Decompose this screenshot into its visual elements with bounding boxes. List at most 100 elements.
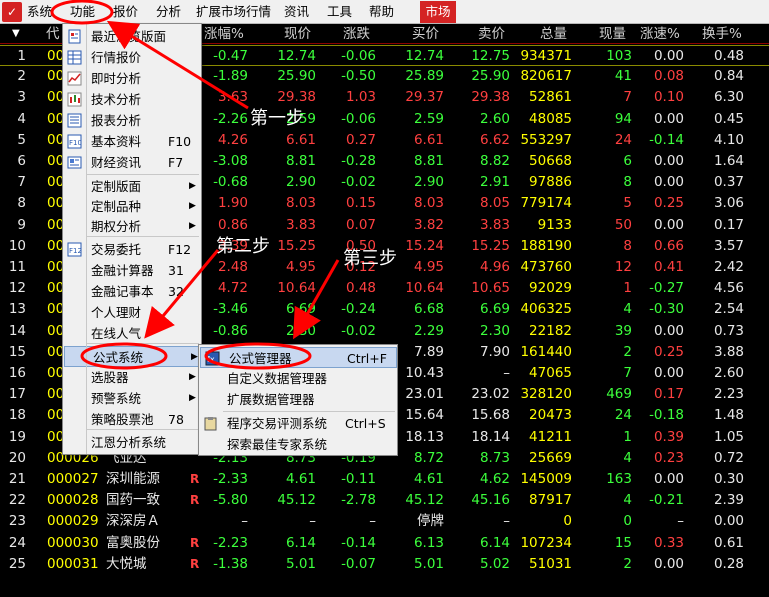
cell-volume: 41211 <box>529 428 572 445</box>
menu-analysis[interactable]: 分析 <box>156 0 181 24</box>
function-menu-item[interactable]: 策略股票池 78 <box>63 409 201 430</box>
app-logo-icon[interactable]: ✓ <box>2 2 22 22</box>
function-menu-item[interactable]: 定制品种 ▶ <box>63 196 201 217</box>
function-menu-item[interactable]: F10 基本资料 F10 <box>63 131 201 152</box>
cell-speed: -0.21 <box>649 492 684 509</box>
cell-volume: 145009 <box>520 471 572 487</box>
table-row[interactable]: 22 000028 国药一致 R -5.80 45.12 -2.78 45.12 45.16 87… <box>0 490 769 511</box>
col-header-code[interactable]: 代 <box>46 24 60 44</box>
cell-speed: 0.25 <box>653 343 684 360</box>
cell-pct: 1.90 <box>217 195 248 212</box>
cell-price: 2.90 <box>285 174 316 191</box>
market-tab[interactable]: 市场 <box>420 1 456 23</box>
stock-name: 深深房Ａ <box>106 513 160 530</box>
function-menu-item[interactable]: 在线人气 <box>63 323 201 344</box>
cell-volume: 92029 <box>529 280 572 297</box>
cell-pct: -3.08 <box>213 153 248 169</box>
menu-system[interactable]: 系统 <box>27 0 52 24</box>
menu-item-label: 策略股票池 <box>91 412 154 427</box>
stock-name: 大悦城 <box>106 555 147 572</box>
cell-speed: -0.27 <box>649 280 684 297</box>
cell-volume: 161440 <box>520 343 572 360</box>
function-menu-item[interactable]: 最近浏览版面 <box>63 26 201 47</box>
formula-submenu-item[interactable]: 扩展数据管理器 <box>199 389 396 410</box>
function-menu-item[interactable]: 技术分析 <box>63 89 201 110</box>
function-menu-item[interactable]: 行情报价 <box>63 47 201 68</box>
col-header-speed[interactable]: 涨速% <box>640 24 680 44</box>
cell-ask: 4.62 <box>479 471 510 487</box>
function-menu-item[interactable]: 选股器 ▶ <box>63 367 201 388</box>
function-menu-item[interactable]: 报表分析 <box>63 110 201 131</box>
col-header-change[interactable]: 涨跌 <box>343 24 370 44</box>
sort-arrow-icon[interactable]: ▼ <box>12 24 20 44</box>
cell-change: -0.24 <box>341 301 376 318</box>
menu-quote[interactable]: 报价 <box>113 0 138 24</box>
function-menu-item[interactable]: 预警系统 ▶ <box>63 388 201 409</box>
function-menu-item[interactable]: 江恩分析系统 <box>63 432 201 453</box>
cell-volume: 406325 <box>520 301 572 318</box>
menu-help[interactable]: 帮助 <box>369 0 394 24</box>
table-row[interactable]: 23 000029 深深房Ａ – – – 停牌 – 0 0 – 0.00 <box>0 511 769 532</box>
menu-item-label: 在线人气 <box>91 326 142 341</box>
function-menu-item[interactable]: 金融计算器 31 <box>63 260 201 281</box>
cell-speed: 0.33 <box>653 534 684 551</box>
table-row[interactable]: 21 000027 深圳能源 R -2.33 4.61 -0.11 4.61 4.62 14500… <box>0 469 769 490</box>
cell-pct: 2.48 <box>217 259 248 275</box>
cell-volume: 47065 <box>529 365 572 381</box>
menu-tools[interactable]: 工具 <box>327 0 352 24</box>
formula-submenu-item[interactable]: 自定义数据管理器 <box>199 368 396 389</box>
col-header-pct[interactable]: 涨幅% <box>204 24 244 44</box>
cell-speed: 0.25 <box>653 195 684 212</box>
menu-item-shortcut: Ctrl+S <box>345 416 386 431</box>
col-header-volume[interactable]: 总量 <box>540 24 567 44</box>
cell-bid: 25.89 <box>405 68 444 85</box>
function-menu-item[interactable]: 个人理财 <box>63 302 201 323</box>
function-menu-item[interactable]: 定制版面 ▶ <box>63 176 201 197</box>
function-menu-item[interactable]: 即时分析 <box>63 68 201 89</box>
row-index: 20 <box>8 449 26 466</box>
menu-item-label: 选股器 <box>91 370 129 385</box>
row-index: 10 <box>8 237 26 254</box>
cell-bid: 45.12 <box>405 492 444 509</box>
menu-item-shortcut: Ctrl+F <box>347 351 387 366</box>
menu-item-label: 江恩分析系统 <box>91 435 167 450</box>
menu-item-shortcut: 31 <box>168 263 184 278</box>
menu-separator <box>223 411 395 412</box>
step2-label: 第二步 <box>216 236 270 257</box>
formula-submenu-item[interactable]: fx 公式管理器 Ctrl+F <box>200 347 397 368</box>
cell-speed: 0.23 <box>653 449 684 466</box>
cell-speed: 0.10 <box>653 89 684 106</box>
col-header-bid[interactable]: 买价 <box>412 24 439 44</box>
function-menu-item[interactable]: 公式系统 ▶ <box>64 346 200 367</box>
row-index: 24 <box>8 534 26 551</box>
function-menu-item[interactable]: F12 交易委托 F12 <box>63 239 201 260</box>
table-row[interactable]: 24 000030 富奥股份 R -2.23 6.14 -0.14 6.13 6.14 10723… <box>0 533 769 554</box>
col-header-current-vol[interactable]: 现量 <box>599 24 626 44</box>
submenu-arrow-icon: ▶ <box>189 393 196 403</box>
cell-turnover: 3.06 <box>713 195 744 212</box>
cell-turnover: 2.23 <box>713 386 744 403</box>
menu-extended-market[interactable]: 扩展市场行情 <box>196 0 271 24</box>
function-menu-item[interactable]: 金融记事本 32 <box>63 281 201 302</box>
cell-bid: 停牌 <box>417 513 444 530</box>
cell-current-vol: 94 <box>614 110 632 127</box>
table-row[interactable]: 25 000031 大悦城 R -1.38 5.01 -0.07 5.01 5.02 51031 2… <box>0 554 769 575</box>
col-header-turnover[interactable]: 换手% <box>702 24 742 44</box>
cell-volume: 50668 <box>529 153 572 169</box>
function-menu-item[interactable]: 财经资讯 F7 <box>63 152 201 173</box>
function-menu-item[interactable]: 期权分析 ▶ <box>63 216 201 237</box>
col-header-price[interactable]: 现价 <box>284 24 311 44</box>
menu-function[interactable]: 功能 <box>70 0 95 24</box>
cell-volume: 188190 <box>520 237 572 254</box>
formula-submenu-item[interactable]: 探索最佳专家系统 <box>199 434 396 455</box>
menu-news[interactable]: 资讯 <box>284 0 309 24</box>
cell-turnover: 3.88 <box>713 343 744 360</box>
cell-speed: -0.14 <box>649 131 684 148</box>
formula-submenu-item[interactable]: 程序交易评测系统 Ctrl+S <box>199 413 396 434</box>
col-header-ask[interactable]: 卖价 <box>478 24 505 44</box>
submenu-arrow-icon: ▶ <box>189 201 196 211</box>
cell-change: -0.06 <box>341 48 376 64</box>
menu-item-label: 技术分析 <box>91 92 142 107</box>
cell-current-vol: 24 <box>614 131 632 148</box>
stock-name: 富奥股份 <box>106 534 160 551</box>
